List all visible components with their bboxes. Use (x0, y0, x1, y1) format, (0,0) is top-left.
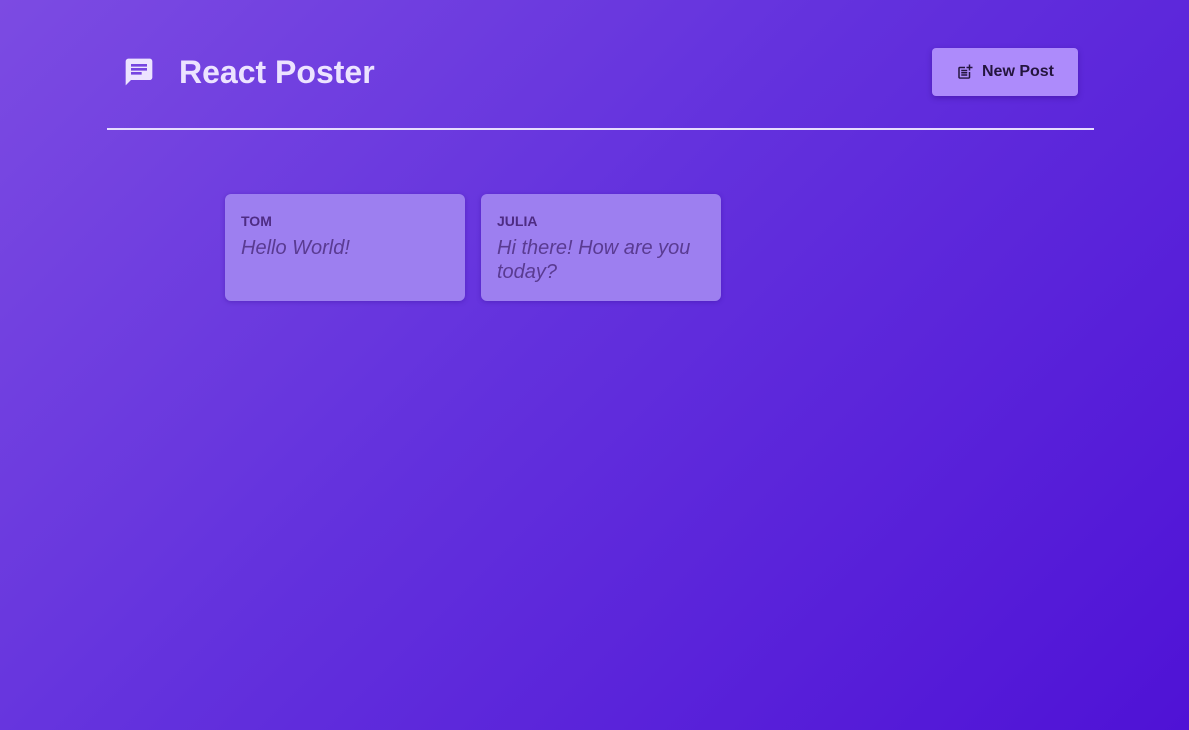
post-list: Tom Hello World! Julia Hi there! How are… (225, 194, 721, 301)
logo: React Poster (123, 48, 375, 96)
post-author: Julia (497, 213, 538, 229)
post-card[interactable]: Julia Hi there! How are you today? (481, 194, 721, 301)
new-post-button[interactable]: New Post (932, 48, 1078, 96)
post-body: Hello World! (241, 237, 350, 259)
new-post-label: New Post (981, 63, 1054, 80)
post-add-icon (958, 64, 973, 79)
message-icon (125, 58, 153, 86)
app-title: React Poster (179, 54, 375, 90)
post-author: Tom (241, 213, 272, 229)
post-body: Hi there! How are you today? (497, 237, 691, 283)
page-header: React Poster New Post (107, 0, 1094, 130)
post-card[interactable]: Tom Hello World! (225, 194, 465, 301)
